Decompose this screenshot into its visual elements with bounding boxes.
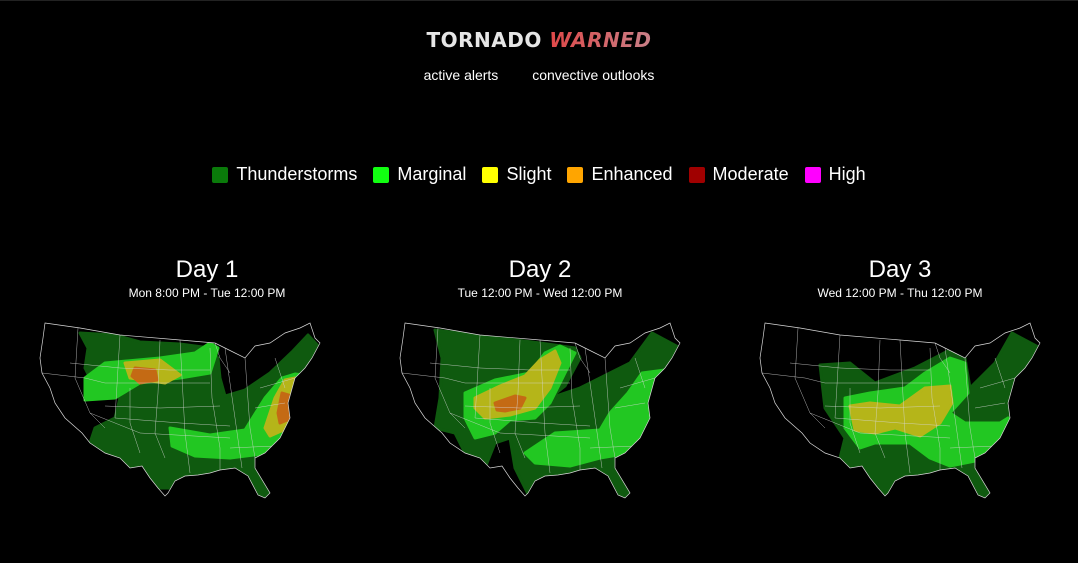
day-title: Day 2 <box>508 256 572 283</box>
main-nav: active alerts convective outlooks <box>0 67 1078 83</box>
day-time-range: Tue 12:00 PM - Wed 12:00 PM <box>457 286 623 300</box>
legend-high: High <box>804 164 866 185</box>
legend-swatch <box>373 166 390 183</box>
top-border <box>0 0 1078 1</box>
day-3-header: Day 3 Wed 12:00 PM - Thu 12:00 PM <box>720 255 1078 300</box>
day-1-outlook-map[interactable] <box>30 318 330 518</box>
legend-enhanced: Enhanced <box>567 164 673 185</box>
day-time-range: Mon 8:00 PM - Tue 12:00 PM <box>128 286 286 300</box>
day-title: Day 3 <box>868 256 932 283</box>
legend-swatch <box>567 166 584 183</box>
legend-marginal: Marginal <box>373 164 466 185</box>
legend-label: Marginal <box>397 164 467 184</box>
legend-swatch <box>804 166 821 183</box>
day-2-outlook-map[interactable] <box>390 318 690 518</box>
legend-moderate: Moderate <box>688 164 789 185</box>
legend-label: High <box>828 164 866 184</box>
day-title: Day 1 <box>175 256 239 283</box>
legend-thunderstorms: Thunderstorms <box>212 164 357 185</box>
nav-convective-outlooks[interactable]: convective outlooks <box>532 67 654 83</box>
logo-warned: WARNED <box>549 28 652 52</box>
legend-label: Moderate <box>712 164 789 184</box>
outlook-area-enhanced <box>130 366 159 385</box>
legend-label: Enhanced <box>591 164 673 184</box>
legend-slight: Slight <box>482 164 551 185</box>
legend-swatch <box>212 166 229 183</box>
day-3-outlook-map[interactable] <box>750 318 1050 518</box>
legend-swatch <box>688 166 705 183</box>
legend-swatch <box>482 166 499 183</box>
logo-tornado: TORNADO <box>426 28 542 52</box>
day-2-header: Day 2 Tue 12:00 PM - Wed 12:00 PM <box>360 255 720 300</box>
day-time-range: Wed 12:00 PM - Thu 12:00 PM <box>817 286 983 300</box>
legend-label: Slight <box>506 164 552 184</box>
nav-active-alerts[interactable]: active alerts <box>424 67 499 83</box>
site-logo[interactable]: TORNADO WARNED <box>0 28 1078 52</box>
risk-legend: Thunderstorms Marginal Slight Enhanced M… <box>0 164 1078 185</box>
day-1-header: Day 1 Mon 8:00 PM - Tue 12:00 PM <box>27 255 387 300</box>
legend-label: Thunderstorms <box>236 164 358 184</box>
